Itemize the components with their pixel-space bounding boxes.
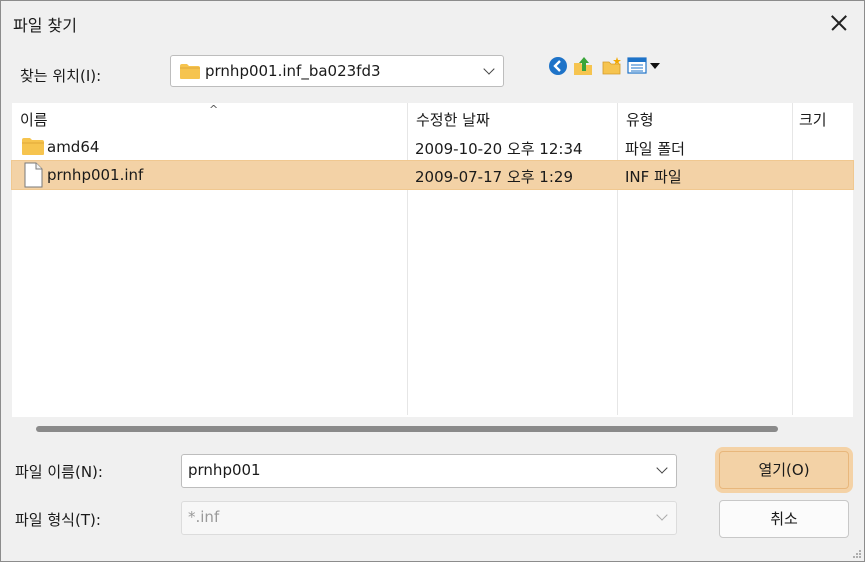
document-icon <box>24 162 43 188</box>
column-name-label: 이름 <box>20 111 48 129</box>
chevron-down-icon[interactable] <box>656 462 668 474</box>
list-item-selected[interactable]: prnhp001.inf 2009-07-17 오후 1:29 INF 파일 <box>11 160 854 190</box>
chevron-down-icon[interactable] <box>483 63 495 75</box>
file-type: INF 파일 <box>625 168 682 186</box>
view-menu-icon[interactable] <box>627 55 663 77</box>
file-name: amd64 <box>47 138 100 156</box>
file-list: 이름 ^ 수정한 날짜 유형 크기 amd64 2009-10-20 오후 12… <box>11 103 854 417</box>
scrollbar-thumb[interactable] <box>36 426 778 432</box>
file-type: 파일 폴더 <box>625 140 685 158</box>
lookin-value: prnhp001.inf_ba023fd3 <box>205 62 381 80</box>
open-button[interactable]: 열기(O) <box>719 451 849 489</box>
folder-icon <box>22 138 44 155</box>
filetype-value: *.inf <box>188 508 220 526</box>
file-modified: 2009-07-17 오후 1:29 <box>415 168 573 186</box>
list-item[interactable]: amd64 2009-10-20 오후 12:34 파일 폴더 <box>12 133 853 161</box>
column-modified-label: 수정한 날짜 <box>416 111 490 129</box>
chevron-down-icon <box>656 509 668 521</box>
file-name: prnhp001.inf <box>47 166 144 184</box>
column-header-size[interactable]: 크기 <box>793 103 853 131</box>
column-size-label: 크기 <box>799 111 827 129</box>
lookin-label: 찾는 위치(I): <box>20 67 102 85</box>
filename-value: prnhp001 <box>188 461 261 479</box>
cancel-button[interactable]: 취소 <box>719 500 849 538</box>
filename-field[interactable]: prnhp001 <box>181 454 677 488</box>
column-header-modified[interactable]: 수정한 날짜 <box>408 103 617 131</box>
horizontal-scrollbar[interactable] <box>12 419 853 441</box>
filetype-label: 파일 형식(T): <box>15 511 101 529</box>
lookin-dropdown[interactable]: prnhp001.inf_ba023fd3 <box>170 55 504 87</box>
filename-label: 파일 이름(N): <box>15 463 103 481</box>
new-folder-icon[interactable] <box>601 55 623 77</box>
file-modified: 2009-10-20 오후 12:34 <box>415 140 583 158</box>
sort-up-icon: ^ <box>209 103 219 116</box>
close-icon[interactable] <box>822 7 856 39</box>
title-bar: 파일 찾기 <box>1 1 864 45</box>
dialog-title: 파일 찾기 <box>13 16 77 35</box>
up-folder-icon[interactable] <box>572 55 594 77</box>
file-open-dialog: 파일 찾기 찾는 위치(I): prnhp001.inf_ba023fd3 이름… <box>0 0 865 562</box>
resize-grip-icon[interactable] <box>852 549 862 559</box>
folder-icon <box>180 64 200 79</box>
back-arrow-icon[interactable] <box>547 55 569 77</box>
filetype-dropdown: *.inf <box>181 501 677 535</box>
column-type-label: 유형 <box>626 111 654 129</box>
column-header-type[interactable]: 유형 <box>618 103 792 131</box>
